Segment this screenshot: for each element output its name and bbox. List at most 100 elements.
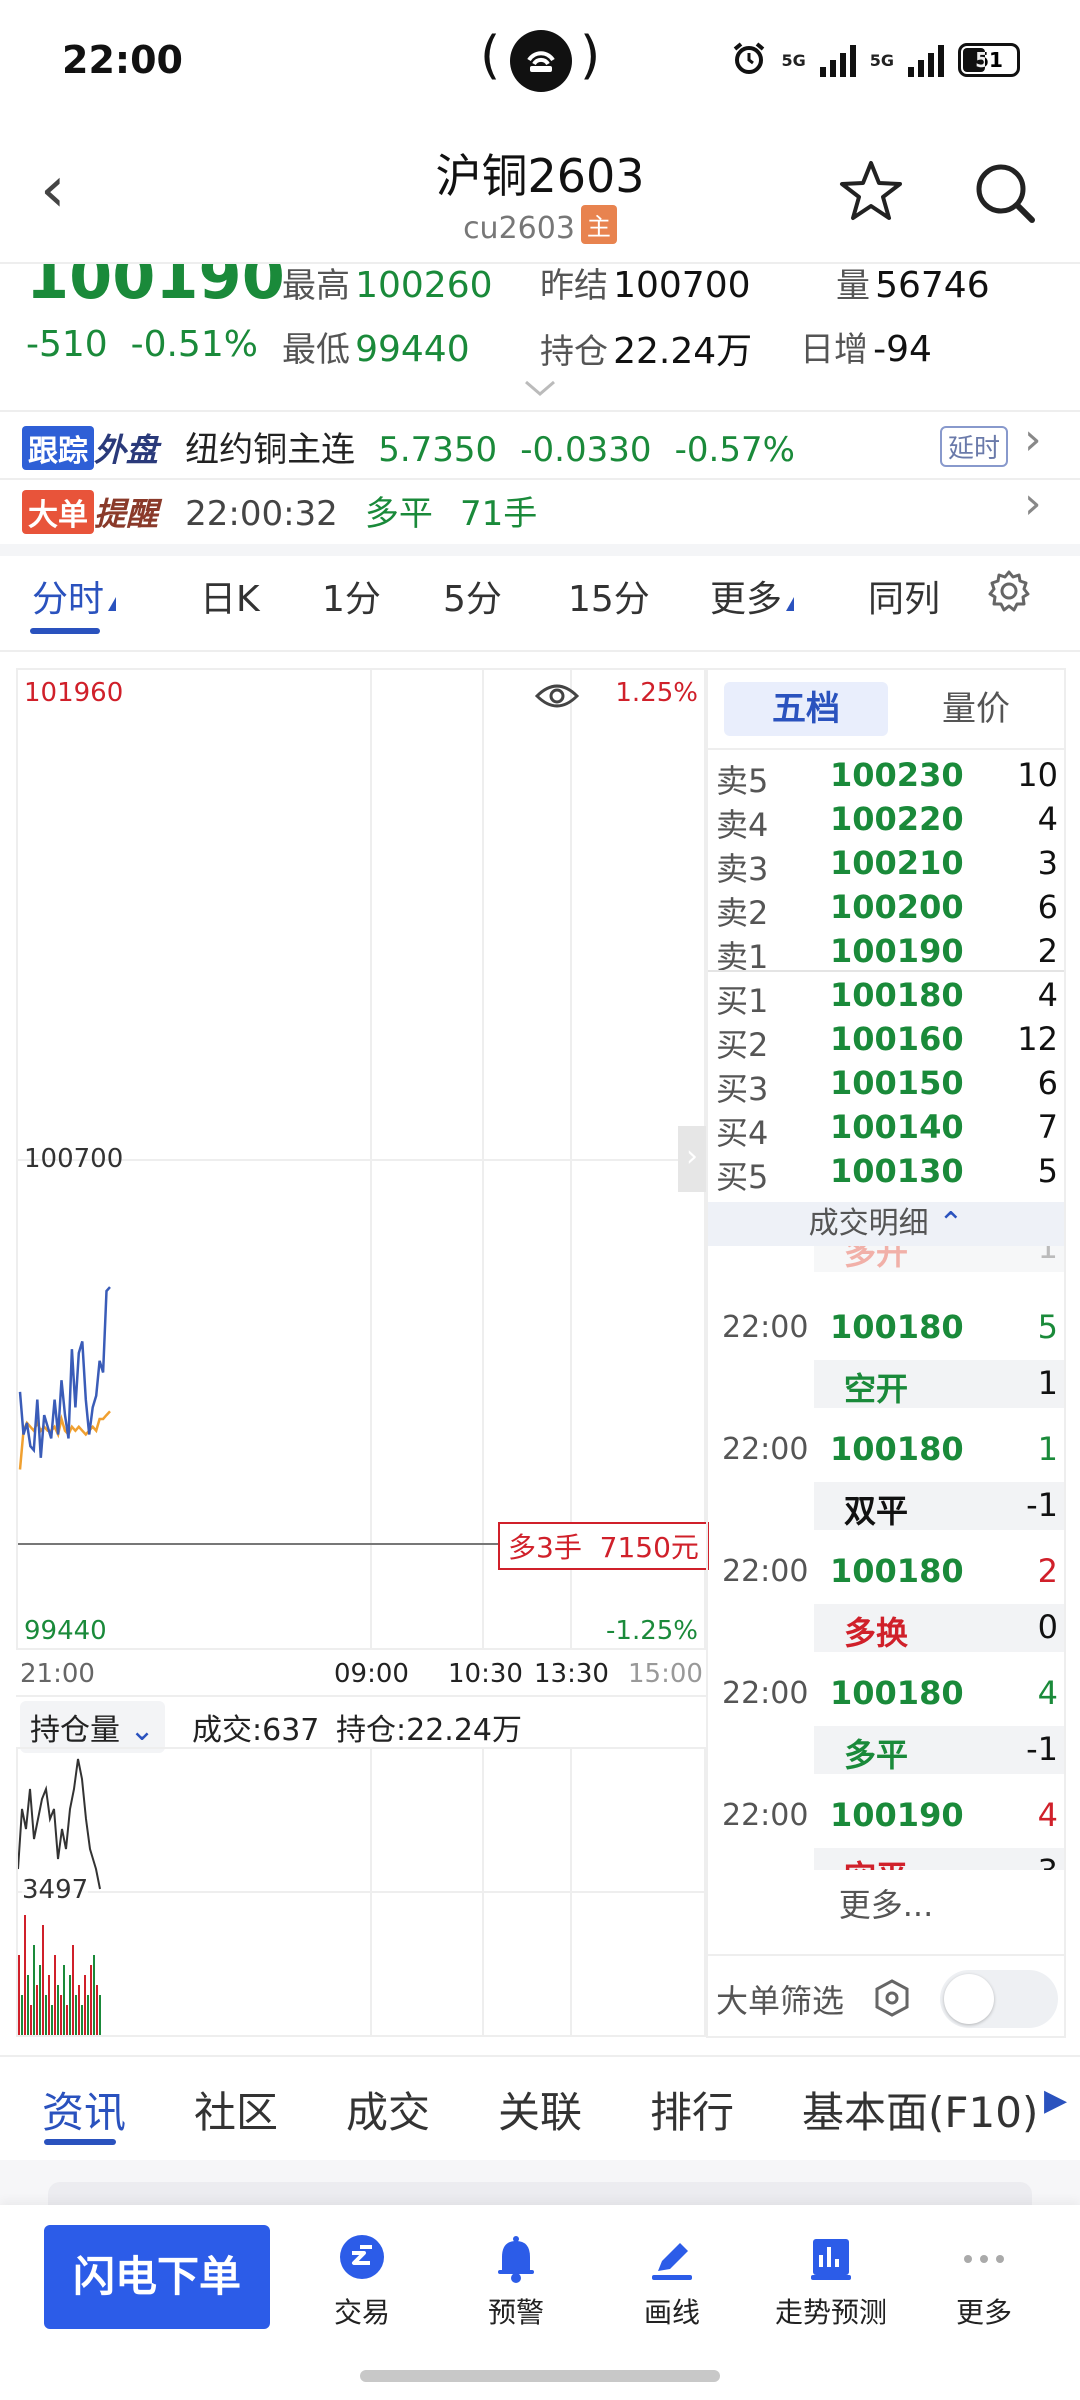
- track-badge: 跟踪: [22, 426, 94, 470]
- tab-ranking[interactable]: 排行: [650, 2079, 734, 2140]
- bid-level[interactable]: 买2 100160 12: [708, 1020, 1064, 1064]
- chart-period-tabs: 分时 日K 1分 5分 15分 更多 同列: [0, 568, 1080, 634]
- home-indicator[interactable]: [360, 2370, 720, 2382]
- trade-detail-header[interactable]: 成交明细 ⌃: [708, 1202, 1064, 1246]
- trade-kind: 多换: [844, 1614, 909, 1652]
- favorite-star-icon[interactable]: [838, 158, 904, 228]
- change-pct: -0.51%: [130, 324, 258, 365]
- position-tag[interactable]: 多3手 7150元: [498, 1522, 709, 1570]
- tab-community[interactable]: 社区: [194, 2079, 278, 2140]
- volume-oi-chart[interactable]: 3497: [16, 1747, 706, 2037]
- tab-intraday[interactable]: 分时: [32, 570, 117, 622]
- status-time: 22:00: [62, 38, 183, 82]
- big-order-filter-toggle[interactable]: [940, 1970, 1058, 2028]
- bid-level-label: 买4: [716, 1114, 769, 1152]
- bid-level[interactable]: 买3 100150 6: [708, 1064, 1064, 1108]
- tab-related[interactable]: 关联: [498, 2079, 582, 2140]
- ask-level-price: 100210: [830, 844, 964, 882]
- main-contract-tag: 主: [580, 205, 617, 244]
- trade-label: 交易: [333, 2296, 390, 2329]
- trade-kind-box: 空平 -3: [814, 1848, 1064, 1870]
- trade-price: 100180: [830, 1674, 964, 1712]
- ask-level[interactable]: 卖2 100200 6: [708, 888, 1064, 932]
- flash-order-button[interactable]: 闪电下单: [44, 2225, 270, 2329]
- tab-trades[interactable]: 成交: [346, 2079, 430, 2140]
- more-tool[interactable]: 更多: [924, 2231, 1044, 2331]
- tab-news[interactable]: 资讯: [42, 2079, 126, 2140]
- foreign-change-pct: -0.57%: [674, 430, 795, 470]
- trade-kind: 多平: [844, 1736, 909, 1774]
- order-book-panel: 五档 量价 卖5 100230 10 卖4 100220 4 卖3 100210 3 卖2 1002…: [706, 668, 1066, 2038]
- tab-15min[interactable]: 15分: [568, 570, 650, 622]
- ask-level[interactable]: 卖3 100210 3: [708, 844, 1064, 888]
- ask-level[interactable]: 卖4 100220 4: [708, 800, 1064, 844]
- tab-5min[interactable]: 5分: [443, 570, 502, 622]
- intraday-chart[interactable]: 101960 1.25% 100700 99440 -1.25% 多3手 715…: [16, 668, 709, 1650]
- trade-icon: [302, 2231, 422, 2287]
- trade-row: 22:00 100180 2 多换 0: [708, 1550, 1064, 1660]
- tab-fundamentals[interactable]: 基本面(F10): [802, 2079, 1038, 2140]
- high-block: 最高 100260: [282, 258, 493, 307]
- trade-partial-kind: 多开: [844, 1246, 909, 1272]
- info-hexagon-icon[interactable]: [872, 1978, 912, 2022]
- tab-volume-price[interactable]: 量价: [902, 682, 1050, 736]
- eye-icon[interactable]: [534, 680, 580, 716]
- prev-settle-block: 昨结 100700: [540, 258, 751, 307]
- volume-bar: [72, 1945, 74, 2035]
- time-axis: 21:00 09:00 10:30 13:30 15:00: [16, 1655, 706, 1695]
- signal-2-icon: [908, 43, 944, 77]
- tab-same-column[interactable]: 同列: [868, 570, 940, 622]
- volume-bar: [54, 1955, 56, 2035]
- volume-bar: [36, 1985, 38, 2035]
- expand-chevron-icon[interactable]: [524, 372, 556, 405]
- alert-badge: 提醒: [94, 495, 159, 533]
- trend-forecast-tool[interactable]: 走势预测: [766, 2231, 896, 2331]
- oi-label: 持仓: [540, 332, 608, 372]
- trade-partial-delta: 1: [1037, 1246, 1058, 1266]
- trend-forecast-label: 走势预测: [774, 2296, 887, 2329]
- tab-daily-k[interactable]: 日K: [200, 570, 260, 622]
- pct-min-label: -1.25%: [606, 1616, 698, 1646]
- big-order-alert-row[interactable]: 大单 提醒 22:00:32 多平 71手 ›: [22, 478, 1062, 536]
- trade-price: 100180: [830, 1308, 964, 1346]
- foreign-market-row[interactable]: 跟踪 外盘 纽约铜主连 5.7350 -0.0330 -0.57% 延时 ›: [22, 414, 1062, 472]
- settings-gear-icon[interactable]: [986, 568, 1032, 623]
- foreign-badge: 外盘: [94, 431, 159, 469]
- bid-level[interactable]: 买5 100130 5: [708, 1152, 1064, 1196]
- trade-tool[interactable]: 交易: [302, 2231, 422, 2331]
- bid-level-label: 买1: [716, 982, 769, 1020]
- tab-five-levels[interactable]: 五档: [724, 682, 888, 736]
- ask-level-qty: 3: [1037, 844, 1058, 882]
- ask-level-price: 100220: [830, 800, 964, 838]
- volume-bars: [18, 1915, 101, 2035]
- ask-level[interactable]: 卖5 100230 10: [708, 756, 1064, 800]
- tab-1min[interactable]: 1分: [322, 570, 381, 622]
- volume-label: 量: [836, 266, 870, 306]
- x-label-2100: 21:00: [20, 1659, 95, 1689]
- signal-1-icon: [819, 43, 856, 77]
- x-label-0900: 09:00: [334, 1659, 409, 1689]
- search-icon[interactable]: [972, 160, 1038, 230]
- bid-level[interactable]: 买4 100140 7: [708, 1108, 1064, 1152]
- bid-level-label: 买2: [716, 1026, 769, 1064]
- more-trades-link[interactable]: 更多...: [708, 1880, 1064, 1926]
- bid-level[interactable]: 买1 100180 4: [708, 976, 1064, 1020]
- bid-level-price: 100150: [830, 1064, 964, 1102]
- trade-partial: 多开 1: [708, 1246, 1064, 1286]
- volume-bar: [87, 1995, 89, 2035]
- trade-kind-box: 多换 0: [814, 1604, 1064, 1652]
- page-title: 沪铜2603: [435, 149, 645, 203]
- ask-level-qty: 6: [1037, 888, 1058, 926]
- volume-bar: [42, 1925, 44, 2035]
- oi-indicator-select[interactable]: 持仓量 ⌄: [20, 1701, 165, 1753]
- draw-tool[interactable]: 画线: [612, 2231, 732, 2331]
- bottom-content-tabs: 资讯 社区 成交 关联 排行 基本面(F10) ▶: [0, 2055, 1080, 2165]
- oi-axis-label: 3497: [22, 1875, 89, 1905]
- low-label: 最低: [282, 330, 350, 370]
- alert-tool[interactable]: 预警: [456, 2231, 576, 2331]
- pen-icon: [612, 2231, 732, 2287]
- tab-more[interactable]: 更多: [710, 570, 795, 622]
- trade-price: 100180: [830, 1430, 964, 1468]
- scroll-right-arrow-icon[interactable]: ▶: [1044, 2083, 1067, 2118]
- collapse-book-handle[interactable]: ›: [678, 1126, 706, 1192]
